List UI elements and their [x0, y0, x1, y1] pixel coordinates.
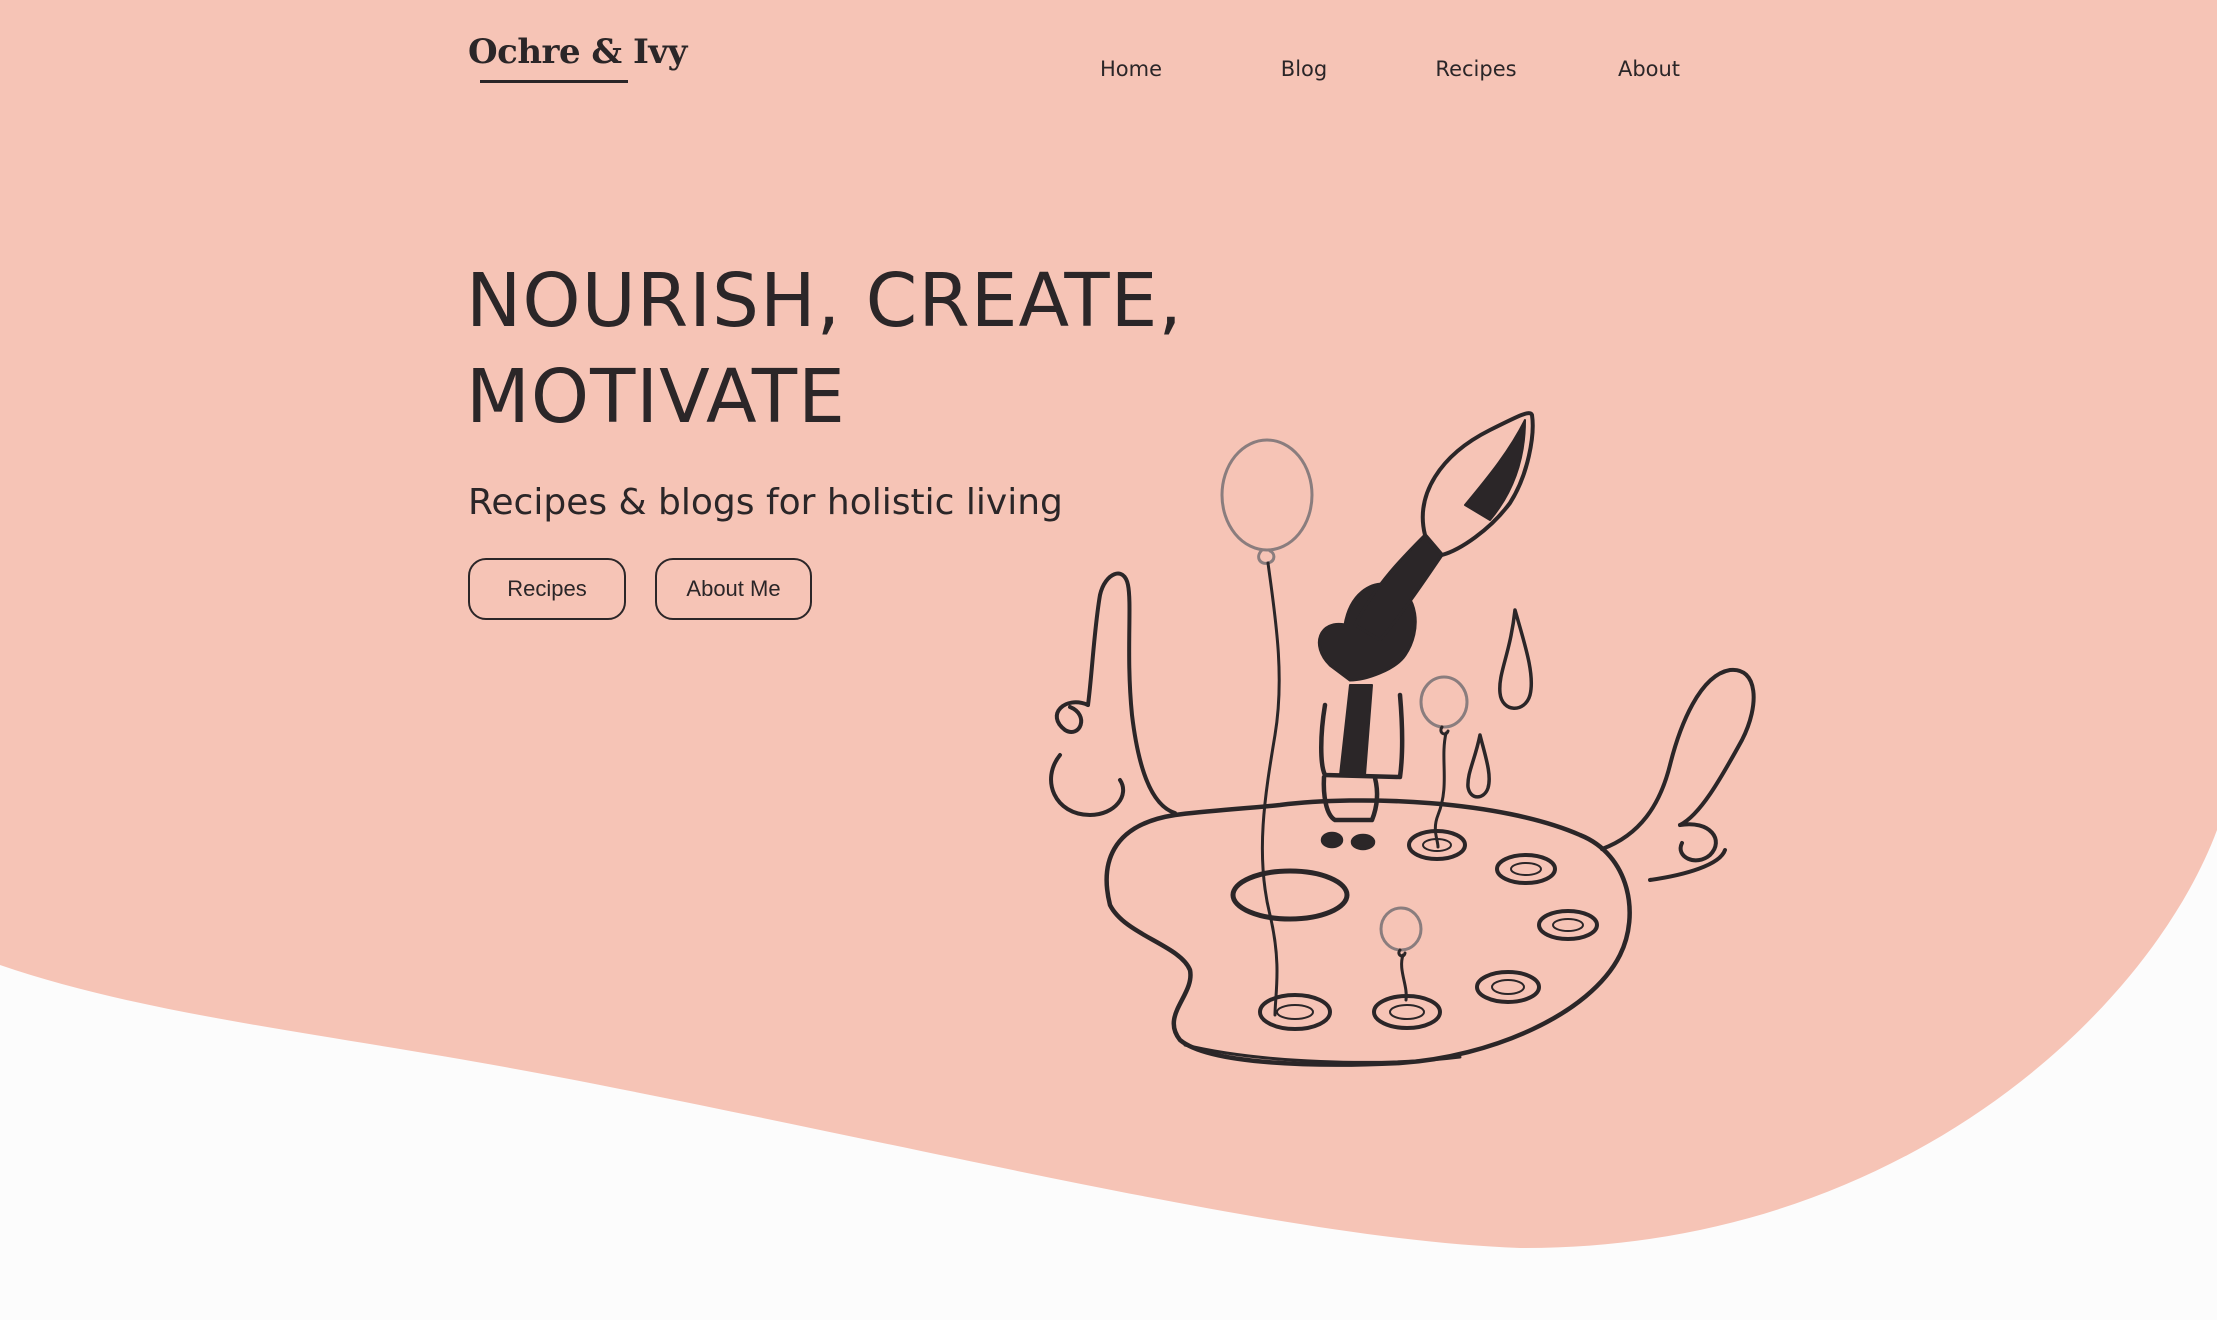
nav-link-blog[interactable]: Blog: [1281, 57, 1327, 81]
paintbrush-icon: [1317, 411, 1535, 776]
about-me-button[interactable]: About Me: [655, 558, 812, 620]
paint-drops-icon: [1466, 608, 1534, 799]
hero-title: NOURISH, CREATE, MOTIVATE: [466, 253, 1183, 445]
hero-subtitle: Recipes & blogs for holistic living: [468, 482, 1063, 523]
site-header: Ochre & Ivy Home Blog Recipes About: [0, 0, 2217, 120]
main-navigation: Home Blog Recipes About: [0, 57, 2217, 87]
balloon-icon-large: [1220, 438, 1314, 1017]
recipes-button[interactable]: Recipes: [468, 558, 626, 620]
nav-link-recipes[interactable]: Recipes: [1435, 57, 1516, 81]
left-leaf-icon: [1049, 571, 1177, 817]
balloon-icon-tiny: [1379, 906, 1423, 1002]
nav-link-home[interactable]: Home: [1100, 57, 1162, 81]
hero-title-line-1: NOURISH, CREATE,: [466, 258, 1183, 344]
right-leaf-icon: [1600, 667, 1756, 882]
paintbrush-palette-illustration: [1049, 411, 1756, 1067]
nav-link-about[interactable]: About: [1618, 57, 1680, 81]
balloon-icon-small: [1419, 675, 1469, 849]
hero-title-line-2: MOTIVATE: [466, 354, 846, 440]
